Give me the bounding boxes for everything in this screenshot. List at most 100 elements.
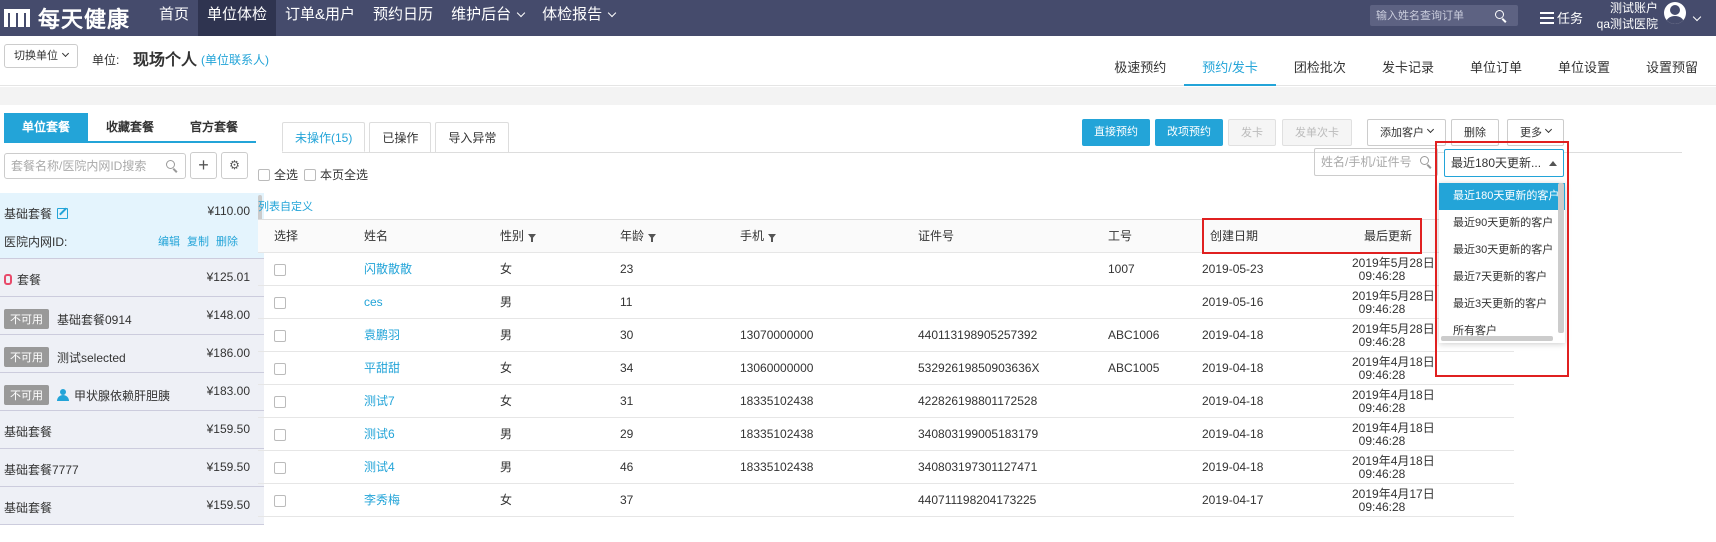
cell-name[interactable]: 袁鹏羽 [364,319,400,352]
cell-name[interactable]: 李秀梅 [364,484,400,517]
checkbox[interactable] [258,168,270,181]
customer-filter-box [1314,148,1438,176]
cell-name[interactable]: 平甜甜 [364,352,400,385]
list-customize-link[interactable]: 列表自定义 [258,198,313,214]
cell-name[interactable]: 闪散散散 [364,253,412,286]
search-icon[interactable] [165,159,179,173]
nav-home[interactable]: 首页 [150,0,198,36]
list-item[interactable]: 基础套餐 ¥159.50 [0,487,264,525]
tab-favorite-packages[interactable]: 收藏套餐 [88,113,172,141]
change-booking-button[interactable]: 改项预约 [1155,119,1223,146]
select-page-checkbox[interactable]: 本页全选 [304,166,368,183]
tab-unit-orders[interactable]: 单位订单 [1452,50,1540,86]
table-row[interactable]: 测试7 女 31 18335102438 422826198801172528 2019-… [258,385,1514,418]
tab-unit-settings[interactable]: 单位设置 [1540,50,1628,86]
row-checkbox-cell [274,418,286,451]
switch-unit-button[interactable]: 切换单位 [4,44,78,68]
delete-link[interactable]: 删除 [216,233,238,249]
filter-icon[interactable] [528,234,537,243]
list-item[interactable]: 不可用 基础套餐0914 ¥148.00 [0,297,264,335]
checkbox[interactable] [274,362,286,375]
nav-maintenance[interactable]: 维护后台 [442,0,533,36]
search-icon[interactable] [1494,9,1508,23]
cell-name[interactable]: 测试6 [364,418,395,451]
checkbox[interactable] [274,329,286,342]
tab-reserve-settings[interactable]: 设置预留 [1628,50,1716,86]
select-all-label: 全选 [274,168,299,182]
checkbox[interactable] [274,296,286,309]
tab-booking-card[interactable]: 预约/发卡 [1184,50,1276,86]
checkbox[interactable] [274,428,286,441]
cell-updated: 2019年4月18日 09:46:28 [1352,451,1435,484]
hospital-name: qa测试医院 [1596,17,1658,31]
checkbox[interactable] [274,263,286,276]
cell-name[interactable]: 测试4 [364,451,395,484]
table-row[interactable]: 闪散散散 女 23 1007 2019-05-23 2019年5月28日 09:46:28 [258,253,1514,286]
logo[interactable]: 每天健康 [4,4,130,32]
list-item[interactable]: 不可用 测试selected ¥186.00 [0,335,264,373]
cell-name[interactable]: ces [364,286,383,319]
settings-button[interactable]: ⚙ [221,152,248,179]
tab-group-batch[interactable]: 团检批次 [1276,50,1364,86]
nav-reports[interactable]: 体检报告 [533,0,624,36]
list-item[interactable]: 基础套餐7777 ¥159.50 [0,449,264,487]
edit-icon[interactable] [57,208,69,219]
column-header: 姓名 [364,229,389,243]
list-item[interactable]: 基础套餐 ¥159.50 [0,411,264,449]
tab-card-records[interactable]: 发卡记录 [1364,50,1452,86]
checkbox[interactable] [274,494,286,507]
task-button[interactable]: 任务 [1540,8,1583,27]
cell-id-no: 53292619850903636X [918,361,1040,375]
nav-orders-users[interactable]: 订单&用户 [276,0,364,36]
column-label: 年龄 [620,229,645,243]
list-item[interactable]: 基础套餐 ¥110.00 医院内网ID: 编辑 复制 删除 [0,193,264,259]
cell-phone: 18335102438 [740,460,814,474]
column-header-gender[interactable]: 性别 [500,220,537,253]
checkbox[interactable] [274,461,286,474]
copy-link[interactable]: 复制 [187,233,209,249]
issue-card-button[interactable]: 发卡 [1228,119,1276,146]
tab-quick-booking[interactable]: 极速预约 [1096,50,1184,86]
table-row[interactable]: ces 男 11 2019-05-16 2019年5月28日 09:46:28 [258,286,1514,319]
nav-label: 维护后台 [451,6,512,23]
tab-unit-packages[interactable]: 单位套餐 [4,113,88,141]
column-header-age[interactable]: 年龄 [620,220,657,253]
cell-id-no: 340803197301127471 [918,460,1038,474]
cell-name[interactable]: 测试7 [364,385,395,418]
tab-processed[interactable]: 已操作 [369,122,432,152]
direct-booking-button[interactable]: 直接预约 [1082,119,1150,146]
cell-gender: 女 [500,394,513,408]
package-search-input[interactable] [5,159,165,173]
tab-import-errors[interactable]: 导入异常 [435,122,510,152]
search-icon[interactable] [1419,155,1433,169]
table-row[interactable]: 测试6 男 29 18335102438 340803199005183179 2019-… [258,418,1514,451]
column-header-phone[interactable]: 手机 [740,220,777,253]
issue-times-card-button[interactable]: 发单次卡 [1282,119,1352,146]
list-item[interactable]: 套餐 ¥125.01 [0,259,264,297]
avatar[interactable] [1664,2,1686,24]
tab-not-processed[interactable]: 未操作(15) [282,122,366,152]
filter-icon[interactable] [768,234,777,243]
customer-filter-input[interactable] [1315,155,1419,169]
nav-unit-checkup[interactable]: 单位体检 [198,0,277,36]
cell-id-no: 340803199005183179 [918,427,1039,441]
cell-emp-no: ABC1005 [1108,361,1160,375]
updated-time: 09:46:28 [1358,269,1406,283]
table-row[interactable]: 袁鹏羽 男 30 13070000000 440113198905257392 ABC10… [258,319,1514,352]
filter-icon[interactable] [648,234,657,243]
chevron-down-icon[interactable] [1692,12,1702,22]
checkbox[interactable] [274,395,286,408]
edit-link[interactable]: 编辑 [158,233,180,249]
checkbox[interactable] [304,168,316,181]
select-all-checkbox[interactable]: 全选 [258,166,298,183]
account-info[interactable]: 测试账户 qa测试医院 [1580,0,1658,32]
nav-booking-calendar[interactable]: 预约日历 [364,0,442,36]
order-search-input[interactable] [1370,9,1494,22]
add-package-button[interactable]: + [190,152,217,179]
table-row[interactable]: 李秀梅 女 37 440711198204173225 2019-04-17 2019年4… [258,484,1514,517]
table-row[interactable]: 平甜甜 女 34 13060000000 53292619850903636X ABC10… [258,352,1514,385]
list-item[interactable]: 不可用 甲状腺依赖肝胆胰 ¥183.00 [0,373,264,411]
unit-contact-link[interactable]: (单位联系人) [201,51,269,68]
table-row[interactable]: 测试4 男 46 18335102438 340803197301127471 2019-… [258,451,1514,484]
tab-official-packages[interactable]: 官方套餐 [172,113,256,141]
